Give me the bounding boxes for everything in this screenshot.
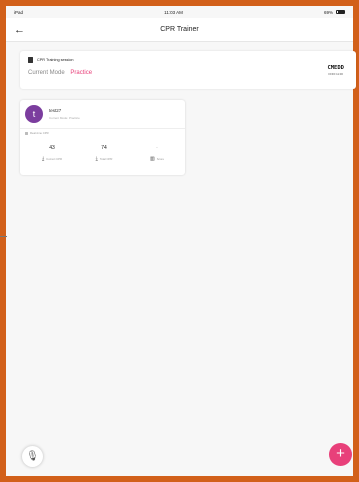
chart-icon: ▥ [149, 156, 155, 162]
user-card[interactable]: t test27 Current Mode: Practice Real-tim… [20, 100, 185, 175]
document-icon [28, 57, 33, 63]
metric-value: 43 [49, 145, 55, 151]
status-bar: iPad 11:03 AM 69% [6, 6, 353, 18]
device-name: CMEDD [327, 65, 344, 71]
session-card[interactable]: CPR Training session Current Mode Practi… [20, 51, 356, 89]
metric-label-row: ▥ Score [137, 156, 177, 162]
metric-label: Total CPR [99, 157, 113, 161]
session-header: CPR Training session [28, 57, 74, 63]
metric-total-cpr: 74 ⤓ Total CPR [84, 144, 124, 162]
mode-value: Practice [70, 70, 93, 76]
clock: 11:03 AM [164, 9, 183, 15]
avatar: t [25, 105, 43, 123]
battery-icon [336, 9, 345, 15]
edge-marker [0, 236, 7, 237]
device-info: CMEDD FFFF:11:00 [327, 65, 344, 76]
device-id: FFFF:11:00 [328, 72, 343, 76]
metric-correct-cpr: 43 ⤓ Correct CPR [32, 144, 72, 162]
metric-label: Correct CPR [46, 157, 63, 161]
mode-line: Current Mode Practice [28, 70, 92, 76]
grid-icon [25, 131, 28, 135]
metric-label: Score [156, 157, 165, 161]
metric-value: 74 [101, 145, 107, 151]
download-icon: ⤓ [41, 156, 45, 162]
mode-label: Current Mode [28, 70, 65, 76]
add-button[interactable]: + [329, 443, 352, 466]
carrier: iPad [14, 9, 24, 15]
microphone-icon: 🎙 [26, 451, 39, 462]
user-name: test27 [49, 108, 62, 113]
section-header: Real-time CPR [25, 131, 49, 135]
metric-label-row: ⤓ Correct CPR [32, 156, 72, 162]
metric-value: - [156, 145, 158, 151]
user-subtitle: Current Mode: Practice [49, 116, 80, 120]
plus-icon: + [336, 445, 345, 462]
metric-score: - ▥ Score [137, 144, 177, 162]
page-title: CPR Trainer [160, 26, 199, 33]
session-title: CPR Training session [37, 58, 74, 62]
battery-percent: 69% [323, 9, 333, 15]
status-right: 69% [324, 10, 345, 15]
section-label: Real-time CPR [30, 131, 49, 135]
divider [20, 128, 185, 129]
metric-label-row: ⤓ Total CPR [84, 156, 124, 162]
microphone-button[interactable]: 🎙 [22, 446, 43, 467]
download-icon: ⤓ [95, 156, 98, 162]
nav-bar: ← CPR Trainer [6, 18, 353, 42]
